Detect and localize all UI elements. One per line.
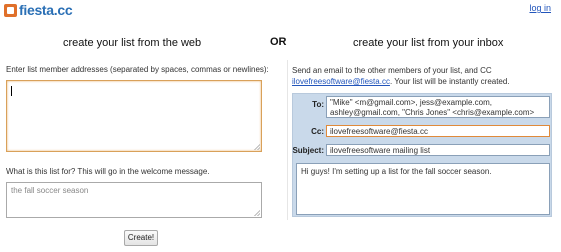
to-line-2: ashley@gmail.com, "Chris Jones" <chris@e…	[330, 108, 535, 117]
inbox-instructions: Send an email to the other members of yo…	[292, 65, 554, 87]
addresses-label: Enter list member addresses (separated b…	[6, 65, 269, 74]
inbox-section-title: create your list from your inbox	[353, 37, 504, 49]
purpose-textarea[interactable]: the fall soccer season	[6, 182, 262, 218]
to-label: To:	[312, 100, 324, 109]
to-field[interactable]: "Mike" <m@gmail.com>, jess@example.com, …	[326, 96, 550, 118]
instruction-prefix: Send an email to the other members of yo…	[292, 66, 492, 75]
addresses-textarea[interactable]	[6, 80, 262, 152]
subject-field[interactable]: ilovefreesoftware mailing list	[326, 144, 550, 156]
logo-text: fiesta.cc	[19, 2, 73, 18]
message-body-field[interactable]: Hi guys! I'm setting up a list for the f…	[296, 163, 550, 215]
resize-handle-icon[interactable]	[254, 210, 260, 216]
web-section-title: create your list from the web	[63, 37, 202, 49]
fiesta-logo[interactable]: fiesta.cc	[4, 2, 78, 18]
to-line-1: "Mike" <m@gmail.com>, jess@example.com,	[330, 98, 492, 107]
purpose-label: What is this list for? This will go in t…	[6, 167, 210, 176]
logo-icon	[4, 3, 17, 17]
column-divider	[287, 60, 288, 220]
list-email-link[interactable]: ilovefreesoftware@fiesta.cc	[292, 77, 390, 86]
resize-handle-icon[interactable]	[254, 144, 260, 150]
create-button[interactable]: Create!	[124, 230, 158, 246]
or-separator: OR	[270, 36, 287, 48]
instruction-suffix: . Your list will be instantly created.	[389, 77, 510, 86]
cc-label: Cc:	[311, 127, 324, 136]
purpose-placeholder: the fall soccer season	[11, 186, 89, 195]
subject-label: Subject:	[292, 146, 324, 155]
cc-field[interactable]: ilovefreesoftware@fiesta.cc	[326, 125, 550, 137]
login-link[interactable]: log in	[529, 3, 551, 13]
text-caret	[11, 86, 12, 96]
